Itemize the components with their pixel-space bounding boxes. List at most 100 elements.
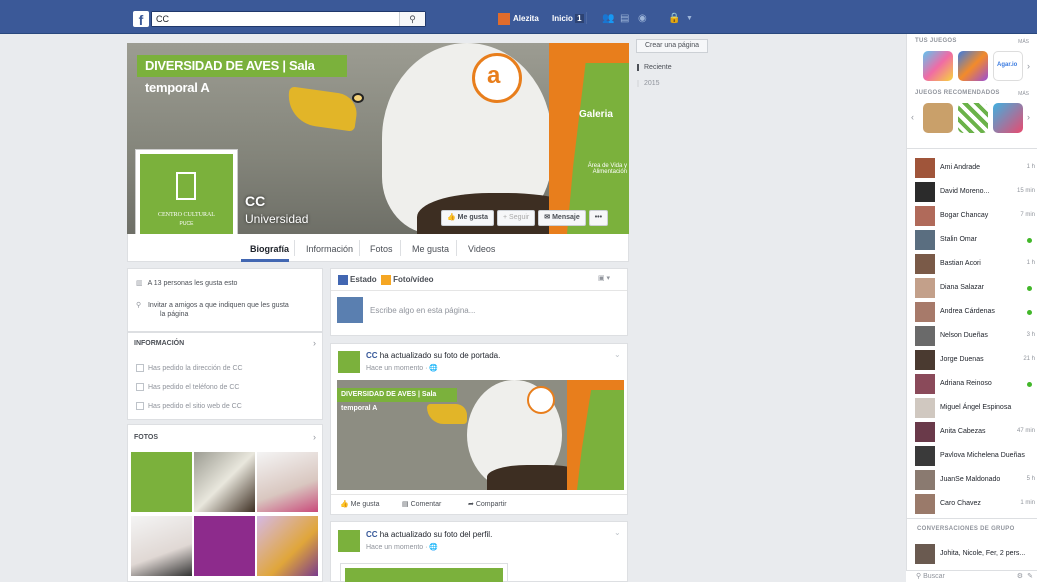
info-item[interactable]: Has pedido la dirección de CC — [136, 364, 243, 372]
games-more-link[interactable]: MÁS — [1018, 39, 1029, 45]
game-icon[interactable] — [923, 103, 953, 133]
chat-friend-status: 15 min — [1016, 188, 1035, 194]
search-input[interactable] — [152, 12, 402, 26]
post-author[interactable]: CC — [366, 530, 378, 539]
post-share-label: Compartir — [475, 501, 507, 508]
group-conversation[interactable]: Johita, Nicole, Fer, 2 pers... — [915, 544, 1035, 566]
account-dropdown-icon[interactable]: ▼ — [686, 15, 693, 22]
search-bar[interactable]: ⚲ — [151, 11, 426, 27]
chat-friend-item[interactable]: JuanSe Maldonado 5 h — [915, 470, 1035, 492]
page-category[interactable]: Universidad — [245, 212, 308, 226]
chevron-right-icon[interactable]: › — [1027, 112, 1030, 122]
agario-icon[interactable]: Agar.io — [993, 51, 1023, 81]
timeline-recent[interactable]: Reciente — [637, 64, 672, 71]
like-button[interactable]: 👍 Me gusta — [441, 210, 494, 226]
chevron-right-icon[interactable]: › — [313, 338, 316, 348]
post-image[interactable]: DIVERSIDAD DE AVES | Sala temporal A — [337, 380, 624, 490]
photo-thumb[interactable] — [194, 452, 255, 512]
chat-friend-item[interactable]: Miguel Ángel Espinosa — [915, 398, 1035, 420]
post-comment-action[interactable]: ▤ Comentar — [402, 500, 441, 508]
info-item[interactable]: Has pedido el teléfono de CC — [136, 383, 239, 391]
chat-friend-item[interactable]: Bogar Chancay 7 min — [915, 206, 1035, 228]
facebook-logo-icon[interactable]: f — [133, 11, 149, 28]
chevron-right-icon[interactable]: › — [313, 432, 316, 442]
chat-friend-item[interactable]: Anita Cabezas 47 min — [915, 422, 1035, 444]
avatar[interactable] — [338, 530, 360, 552]
chat-friend-name: Jorge Duenas — [940, 356, 984, 363]
message-button[interactable]: ✉ Mensaje — [538, 210, 586, 226]
divider — [907, 518, 1037, 519]
chevron-left-icon[interactable]: ‹ — [911, 112, 914, 122]
chat-friend-item[interactable]: Jorge Duenas 21 h — [915, 350, 1035, 372]
chat-friend-name: Pavlova Michelena Dueñas — [940, 452, 1025, 459]
post-share-action[interactable]: ➦ Compartir — [468, 500, 507, 508]
search-icon[interactable]: ⚲ — [399, 12, 425, 26]
post-image-banner: DIVERSIDAD DE AVES | Sala temporal A — [337, 388, 457, 412]
post-author[interactable]: CC — [366, 351, 378, 360]
post-options-icon[interactable]: ⌄ — [614, 528, 621, 537]
game-icon[interactable] — [993, 103, 1023, 133]
info-item-text: Has pedido la dirección de CC — [148, 364, 243, 372]
chat-friend-item[interactable]: Bastian Acori 1 h — [915, 254, 1035, 276]
photo-thumb[interactable] — [131, 516, 192, 576]
info-item-text: Has pedido el teléfono de CC — [148, 383, 240, 391]
avatar[interactable] — [338, 351, 360, 373]
post-as-dropdown-icon[interactable]: ▣ ▾ — [598, 274, 610, 282]
create-page-button[interactable]: Crear una página — [636, 39, 708, 53]
chat-friend-item[interactable]: Nelson Dueñas 3 h — [915, 326, 1035, 348]
follow-button[interactable]: + Seguir — [497, 210, 536, 226]
notifications-globe-icon[interactable]: ◉ — [638, 13, 647, 24]
group-name: Johita, Nicole, Fer, 2 pers... — [940, 550, 1026, 557]
photo-thumb[interactable] — [194, 516, 255, 576]
invite-row[interactable]: ⚲ Invitar a amigos a que indiquen que le… — [136, 301, 289, 309]
post-time[interactable]: Hace un momento · 🌐 — [366, 364, 438, 372]
nav-user-link[interactable]: Alezita — [498, 13, 539, 25]
privacy-icon[interactable]: 🔒 — [668, 13, 680, 24]
recommended-more-link[interactable]: MÁS — [1018, 91, 1029, 97]
photo-thumb[interactable] — [131, 452, 192, 512]
nav-home-link[interactable]: Inicio 1 — [552, 14, 584, 23]
settings-icon[interactable]: ⚙ — [1017, 571, 1023, 582]
more-button[interactable]: ••• — [588, 210, 609, 226]
game-icon[interactable] — [958, 103, 988, 133]
tab-videos[interactable]: Videos — [468, 244, 495, 254]
composer-input[interactable]: Escribe algo en esta página... — [370, 306, 475, 315]
photo-video-tab[interactable]: Foto/vídeo — [393, 275, 433, 284]
post-options-icon[interactable]: ⌄ — [614, 350, 621, 359]
tab-fotos[interactable]: Fotos — [370, 244, 393, 254]
chat-friend-item[interactable]: Diana Salazar — [915, 278, 1035, 300]
timeline-year[interactable]: 2015 — [637, 80, 660, 87]
post-like-action[interactable]: 👍 Me gusta — [340, 500, 379, 508]
info-title[interactable]: INFORMACIÓN — [134, 340, 184, 347]
chat-friend-item[interactable]: Stalin Omar — [915, 230, 1035, 252]
photo-thumb[interactable] — [257, 516, 318, 576]
chat-friend-item[interactable]: Ami Andrade 1 h — [915, 158, 1035, 180]
chat-friend-status: 1 h — [1026, 260, 1035, 266]
chat-friend-item[interactable]: Adriana Reinoso — [915, 374, 1035, 396]
game-icon[interactable] — [958, 51, 988, 81]
tab-me-gusta[interactable]: Me gusta — [412, 244, 449, 254]
chat-friend-item[interactable]: Pavlova Michelena Dueñas — [915, 446, 1035, 468]
photo-thumb[interactable] — [257, 452, 318, 512]
profile-image-frame[interactable] — [340, 563, 508, 582]
chat-friend-item[interactable]: Andrea Cárdenas — [915, 302, 1035, 324]
messages-icon[interactable]: ▤ — [620, 13, 629, 24]
chat-search-input[interactable]: ⚲ Buscar ⚙ ✎ — [906, 570, 1037, 582]
info-card: INFORMACIÓN › Has pedido la dirección de… — [127, 332, 323, 420]
tab-biografia[interactable]: Biografía — [250, 244, 289, 254]
friend-requests-icon[interactable]: 👥 — [602, 13, 614, 24]
tab-informacion[interactable]: Información — [306, 244, 353, 254]
info-item[interactable]: Has pedido el sitio web de CC — [136, 402, 242, 410]
chat-friend-item[interactable]: David Moreno... 15 min — [915, 182, 1035, 204]
post-time[interactable]: Hace un momento · 🌐 — [366, 543, 438, 551]
status-tab[interactable]: Estado — [350, 275, 377, 284]
top-bar: f ⚲ Alezita Inicio 1 👥 ▤ ◉ 🔒 ▼ — [0, 0, 1037, 34]
chat-search-placeholder: Buscar — [923, 573, 945, 580]
chat-friend-item[interactable]: Caro Chavez 1 min — [915, 494, 1035, 516]
chevron-right-icon[interactable]: › — [1027, 61, 1030, 71]
chat-friend-status: 47 min — [1016, 428, 1035, 434]
photos-title[interactable]: FOTOS — [134, 434, 158, 441]
page-name[interactable]: CC — [245, 193, 265, 209]
game-icon[interactable] — [923, 51, 953, 81]
new-message-icon[interactable]: ✎ — [1027, 571, 1033, 582]
